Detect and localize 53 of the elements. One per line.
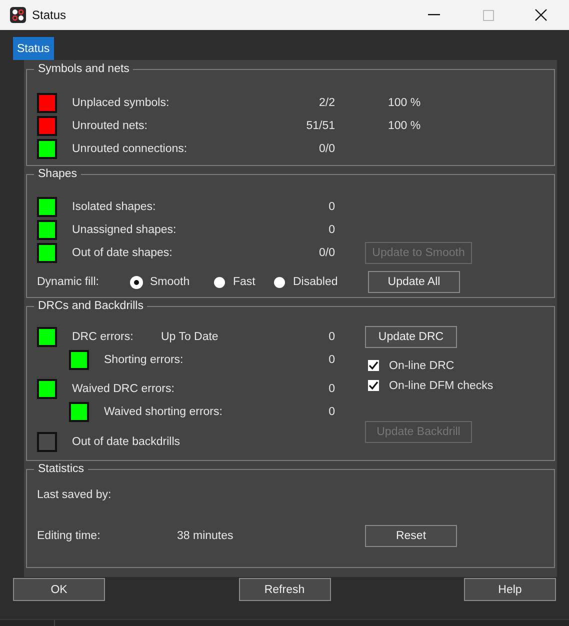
radio-label: Fast — [233, 276, 256, 288]
dialog-button[interactable]: Help — [464, 578, 556, 601]
row-percent: 100 % — [388, 96, 421, 108]
row-value: 0 — [328, 330, 335, 342]
tab[interactable]: Status — [13, 37, 54, 60]
dialog-button[interactable]: Refresh — [238, 578, 330, 601]
row-value: 0/0 — [319, 246, 335, 258]
row-value: 0 — [328, 354, 335, 366]
last-saved-label: Last saved by: — [37, 489, 112, 501]
row-value: 0 — [328, 382, 335, 394]
row-percent: 100 % — [388, 120, 421, 132]
row-label: Out of date backdrills — [72, 436, 180, 448]
row-value: 51/51 — [306, 120, 335, 132]
row-value: 0 — [328, 224, 335, 236]
close-icon[interactable] — [535, 9, 547, 21]
group-title: DRCs and Backdrills — [37, 300, 144, 312]
dialog-button[interactable]: OK — [13, 578, 105, 601]
drc-status: Up To Date — [161, 330, 218, 342]
row-label: Unassigned shapes: — [72, 224, 176, 236]
checkbox-label: On-line DRC — [389, 360, 454, 372]
row-label: Unrouted nets: — [72, 120, 148, 132]
checkbox[interactable] — [368, 360, 379, 371]
row-value: 0 — [328, 406, 335, 418]
radio-button[interactable] — [274, 276, 285, 288]
row-label: Isolated shapes: — [72, 200, 156, 212]
editing-time-label: Editing time: — [37, 530, 102, 542]
radio-button[interactable] — [131, 276, 142, 288]
window-title: Status — [32, 8, 66, 22]
checkbox[interactable] — [368, 380, 379, 391]
row-value: 2/2 — [319, 96, 335, 108]
checkbox-label: On-line DFM checks — [389, 380, 494, 392]
editing-time-value: 38 minutes — [177, 530, 234, 542]
row-value: 0 — [328, 200, 335, 212]
row-label: DRC errors: — [72, 330, 134, 342]
app-icon — [10, 7, 26, 23]
update-all-button[interactable]: Update All — [368, 271, 460, 293]
reset-button[interactable]: Reset — [365, 525, 457, 547]
row-label: Unplaced symbols: — [72, 96, 170, 108]
group-title: Shapes — [37, 168, 78, 180]
row-label: Waived shorting errors: — [104, 406, 222, 418]
row-label: Out of date shapes: — [72, 246, 172, 258]
radio-button[interactable] — [214, 276, 225, 288]
minimize-icon[interactable] — [428, 14, 440, 16]
row-label: Waived DRC errors: — [72, 382, 174, 394]
radio-label: Disabled — [293, 276, 338, 288]
update-drc-button[interactable]: Update DRC — [365, 326, 457, 348]
group-title: Statistics — [37, 463, 86, 475]
radio-label: Smooth — [150, 276, 190, 288]
row-label: Shorting errors: — [104, 354, 184, 366]
row-value: 0/0 — [319, 142, 335, 154]
group-title: Symbols and nets — [37, 63, 130, 75]
row-label: Unrouted connections: — [72, 142, 188, 154]
dynamic-fill-label: Dynamic fill: — [37, 276, 100, 288]
